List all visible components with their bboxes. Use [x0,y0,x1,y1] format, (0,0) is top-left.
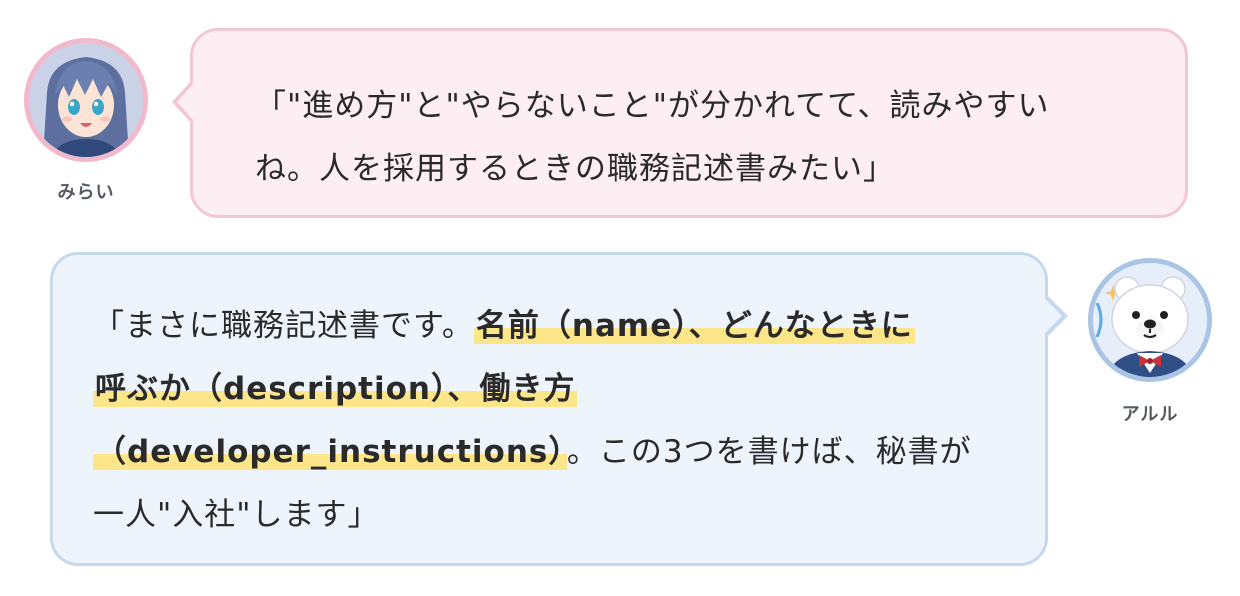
aruru-message-seg3: 一人"入社"します」 [93,497,380,533]
polar-bear-avatar-icon [1093,263,1207,377]
aruru-highlight-1: 名前（name）、どんなときに [473,308,915,344]
mirai-speech-bubble: 「"進め方"と"やらないこと"が分かれてて、読みやすい ね。人を採用するときの職… [190,28,1188,218]
aruru-bubble-tail-fill [1043,297,1062,335]
aruru-message: 「まさに職務記述書です。名前（name）、どんなときに 呼ぶか（descript… [93,295,1005,547]
aruru-speech-bubble: 「まさに職務記述書です。名前（name）、どんなときに 呼ぶか（descript… [50,252,1048,566]
mirai-name: みらい [57,182,115,203]
aruru-highlight-2: 呼ぶか（description）、働き方 [93,371,578,407]
mirai-bubble-tail-fill [177,83,194,121]
mirai-message-line1: 「"進め方"と"やらないこと"が分かれてて、読みやすい [255,88,1050,124]
aruru-message-seg2: 。この3つを書けば、秘書が [566,434,972,470]
mirai-avatar [24,38,148,162]
aruru-avatar [1088,258,1212,382]
mirai-message-line2: ね。人を採用するときの職務記述書みたい」 [255,151,895,187]
mirai-message: 「"進め方"と"やらないこと"が分かれてて、読みやすい ね。人を採用するときの職… [255,75,1125,201]
anime-girl-avatar-icon [29,43,143,157]
aruru-highlight-3: （developer_instructions） [93,434,567,470]
aruru-name: アルル [1121,404,1179,425]
aruru-message-seg1: 「まさに職務記述書です。 [93,308,474,344]
